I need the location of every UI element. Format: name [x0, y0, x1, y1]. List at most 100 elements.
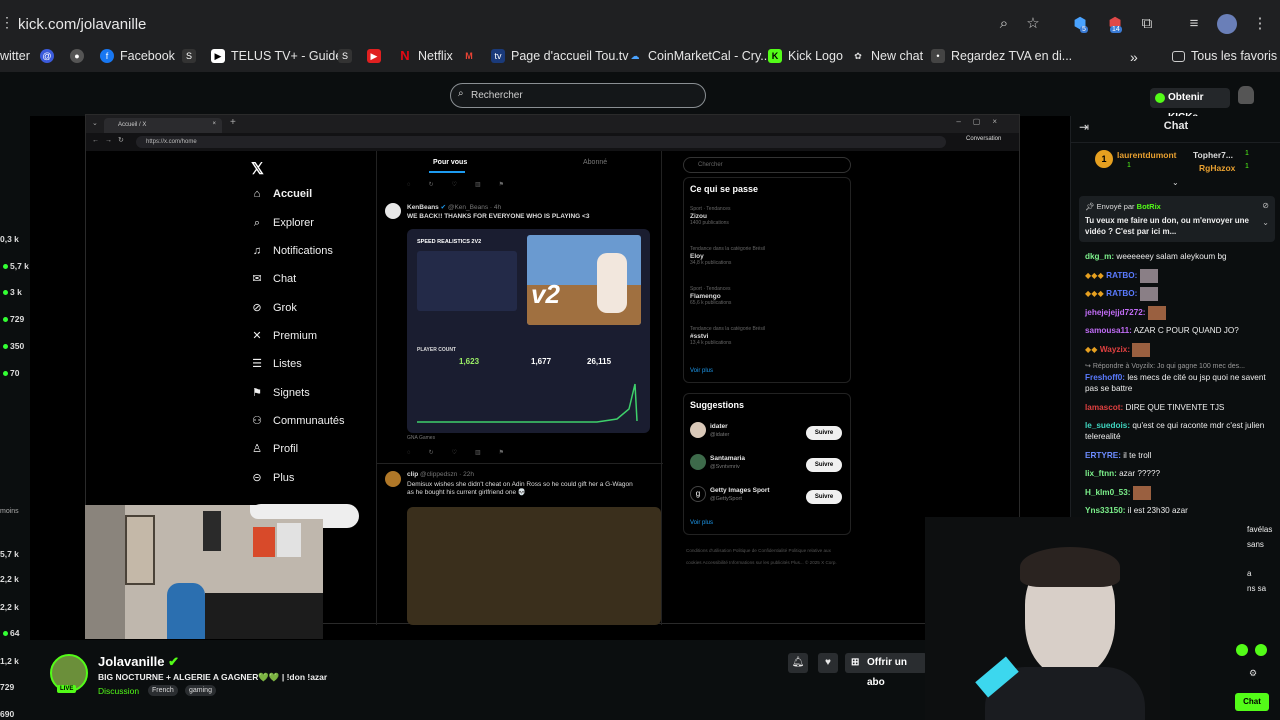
suggestion-item: Getty Images Sport @GettySport [710, 487, 770, 502]
author-avatar [385, 471, 401, 487]
bookmarks-overflow-chevron-icon[interactable]: » [1130, 49, 1138, 65]
more-icon: ⊝ [252, 472, 262, 484]
streamer-name[interactable]: Jolavanille [98, 654, 164, 669]
pinned-message[interactable]: 📌︎ Envoyé par BotRix Tu veux me faire un… [1079, 196, 1275, 242]
kicks-coin-icon [1155, 93, 1165, 103]
x-tab: Accueil / X × [104, 118, 222, 133]
gift-sub-button[interactable]: ⊞ Offrir un abo [845, 653, 927, 688]
list-icon: ☰ [252, 358, 262, 370]
rail-viewers: 690 [0, 709, 15, 719]
toutv-icon: tv [491, 49, 505, 63]
post-video [407, 507, 661, 625]
face-webcam [925, 517, 1170, 720]
unpin-icon[interactable]: ⊘ [1262, 201, 1269, 210]
chevron-down-icon[interactable]: ⌄ [1172, 178, 1179, 187]
bookmark-netflix[interactable]: N Netflix [398, 49, 452, 64]
top-gifter[interactable]: Topher7... [1193, 150, 1233, 160]
bookmark-twitter[interactable]: witter [0, 49, 30, 63]
top-gifter[interactable]: laurentdumont [1117, 150, 1177, 160]
address-bar[interactable]: kick.com/jolavanille [18, 16, 146, 33]
badge-icons: ◆◆ [1085, 345, 1098, 355]
chat-message: jehejejejjd7272: [1085, 306, 1275, 320]
all-bookmarks[interactable]: Tous les favoris [1172, 49, 1277, 63]
x-address-row: ←→↻ https://x.com/home Conversation [86, 133, 1019, 151]
openai-icon: ✿ [854, 51, 862, 61]
chat-overflow-text: favélas sans a ns sa [1247, 525, 1273, 593]
stream-title: BIG NOCTURNE + ALGERIE A GAGNER💚💚 | !don… [98, 672, 328, 682]
trend-item: Tendance dans la catégorie Brésil #sstvi 1… [690, 326, 766, 346]
bookmark-icon: ⚑ [252, 387, 262, 399]
x-nav-lists: ☰ Listes [252, 358, 302, 370]
follow-button: Suivre [806, 458, 842, 472]
get-kicks-button[interactable]: Obtenir KICKs [1150, 88, 1230, 123]
bookmark-coinmarketcal[interactable]: ☁ CoinMarketCal - Cry... [628, 49, 771, 63]
post-text: WE BACK!! THANKS FOR EVERYONE WHO IS PLA… [407, 213, 590, 220]
verified-icon: ✔ [168, 654, 180, 669]
extensions-puzzle-icon[interactable]: ⧉ [1137, 14, 1157, 34]
top-gifter[interactable]: RgHazox [1199, 163, 1235, 173]
bookmark-new-chat[interactable]: ✿ New chat [851, 49, 923, 63]
cam-desk [205, 593, 323, 639]
x-nav-communities: ⚇ Communautés [252, 415, 345, 427]
author-avatar [385, 203, 401, 219]
bookmark-facebook[interactable]: f Facebook [100, 49, 175, 63]
search-input[interactable]: ⌕ Rechercher [450, 83, 706, 108]
bookmark-icon-4[interactable]: S [338, 49, 352, 63]
bookmarks-bar: witter @ ● f Facebook S ▶ TELUS TV+ - Guid… [0, 44, 1280, 72]
cam-door [125, 515, 155, 585]
extension-badge-2: 14 [1110, 26, 1122, 33]
post-actions: ◌↻♡▥⚑ [407, 182, 523, 188]
x-nav-home: ⌂ Accueil [251, 188, 312, 200]
fortnite-art: v2 [527, 235, 641, 325]
emote-picker-icon[interactable] [1236, 644, 1248, 656]
zoom-icon[interactable]: ⌕ [994, 14, 1014, 34]
category-link[interactable]: Discussion [98, 686, 139, 696]
emote [1139, 287, 1158, 301]
extension-badge: 5 [1080, 26, 1088, 33]
follow-heart-icon[interactable]: ♥ [818, 653, 838, 673]
home-icon: ⌂ [253, 188, 261, 200]
bookmark-youtube[interactable]: ▶ [367, 49, 381, 63]
image-title: SPEED REALISTICS 2V2 [417, 239, 482, 245]
notification-bell-icon[interactable]: 🔔︎ [788, 653, 808, 673]
image-source: GNA Games [407, 435, 436, 441]
bookmark-icon-3[interactable]: S [182, 49, 196, 63]
emote-picker-icon-2[interactable] [1255, 644, 1267, 656]
chat-message: Yns33150: il est 23h30 azar [1085, 506, 1188, 515]
suggestions-title: Suggestions [690, 400, 745, 410]
getty-logo-icon: g [690, 486, 706, 502]
profile-avatar[interactable] [1217, 14, 1237, 34]
tva-icon: • [931, 49, 945, 63]
x-nav-chat: ✉ Chat [252, 273, 297, 285]
suggestion-item: Santamaria @Svntvmriv [710, 455, 746, 470]
stream-info: LIVE Jolavanille ✔ BIG NOCTURNE + ALGERI… [30, 640, 1070, 720]
bookmark-telus[interactable]: ▶ TELUS TV+ - Guide [211, 49, 342, 63]
user-avatar[interactable] [1238, 86, 1254, 104]
site-info-icon[interactable]: ⋮ [0, 14, 14, 31]
cam-hair [1020, 547, 1120, 587]
tag-gaming[interactable]: gaming [185, 685, 216, 696]
tab-underline [429, 171, 465, 173]
bookmark-tva[interactable]: • Regardez TVA en di... [931, 49, 1072, 63]
x-feed: Pour vous Abonné ◌↻♡▥⚑ KenBeans ✔ @Ken_B… [376, 151, 663, 625]
bookmark-icon-2[interactable]: ● [70, 49, 84, 63]
settings-icon[interactable]: ⚙ [1249, 668, 1257, 679]
tag-french[interactable]: French [148, 685, 178, 696]
bookmark-icon-1[interactable]: @ [40, 49, 54, 63]
media-controls-icon[interactable]: ≡ [1184, 14, 1204, 34]
emote [1139, 269, 1158, 283]
bookmark-kick-logo[interactable]: K Kick Logo [768, 49, 843, 63]
menu-icon[interactable]: ⋮ [1250, 14, 1270, 34]
verified-icon: ✔ [440, 204, 447, 211]
bookmark-star-icon[interactable]: ☆ [1023, 14, 1043, 34]
v2-badge: v2 [531, 279, 560, 309]
streamer-name-row: Jolavanille ✔ [98, 654, 179, 670]
bookmark-gmail[interactable]: M [462, 49, 476, 63]
chat-message: ERTYRE: il te troll [1085, 451, 1152, 460]
bookmark-toutv[interactable]: tv Page d'accueil Tou.tv [491, 49, 629, 63]
see-more-link: Voir plus [690, 368, 714, 374]
x-logo-icon: 𝕏 [251, 161, 264, 178]
expand-chevron-icon[interactable]: ⌄ [1262, 218, 1269, 227]
nav-arrows-icon: ←→↻ [92, 137, 130, 144]
send-chat-button[interactable]: Chat [1235, 693, 1269, 711]
